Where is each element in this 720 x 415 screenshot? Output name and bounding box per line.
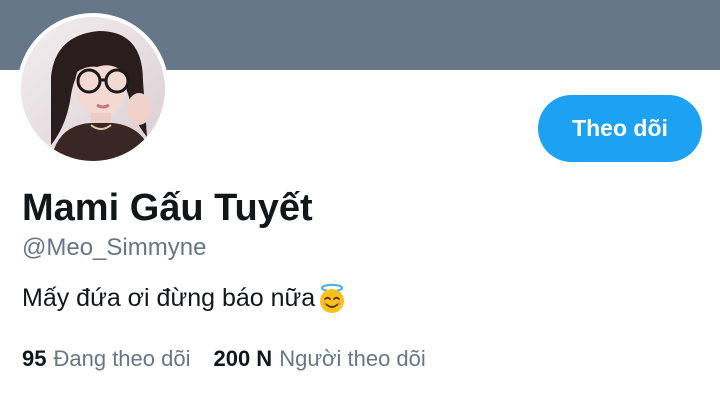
followers-stat[interactable]: 200 N Người theo dõi — [213, 344, 425, 374]
profile-bio: Mấy đứa ơi đừng báo nữa — [22, 281, 348, 315]
followers-count: 200 N — [213, 346, 273, 371]
followers-label: Người theo dõi — [279, 346, 426, 371]
profile-handle: @Meo_Simmyne — [22, 234, 207, 261]
avatar-photo — [21, 17, 165, 161]
following-stat[interactable]: 95 Đang theo dõi — [22, 344, 190, 374]
following-count: 95 — [22, 346, 47, 371]
smiling-face-with-halo-icon — [316, 283, 348, 315]
display-name: Mami Gấu Tuyết — [22, 187, 313, 229]
bio-text: Mấy đứa ơi đừng báo nữa — [22, 284, 316, 312]
following-label: Đang theo dõi — [53, 346, 191, 371]
profile-stats: 95 Đang theo dõi 200 N Người theo dõi — [22, 344, 426, 374]
avatar[interactable] — [17, 13, 169, 165]
follow-button[interactable]: Theo dõi — [538, 95, 702, 162]
